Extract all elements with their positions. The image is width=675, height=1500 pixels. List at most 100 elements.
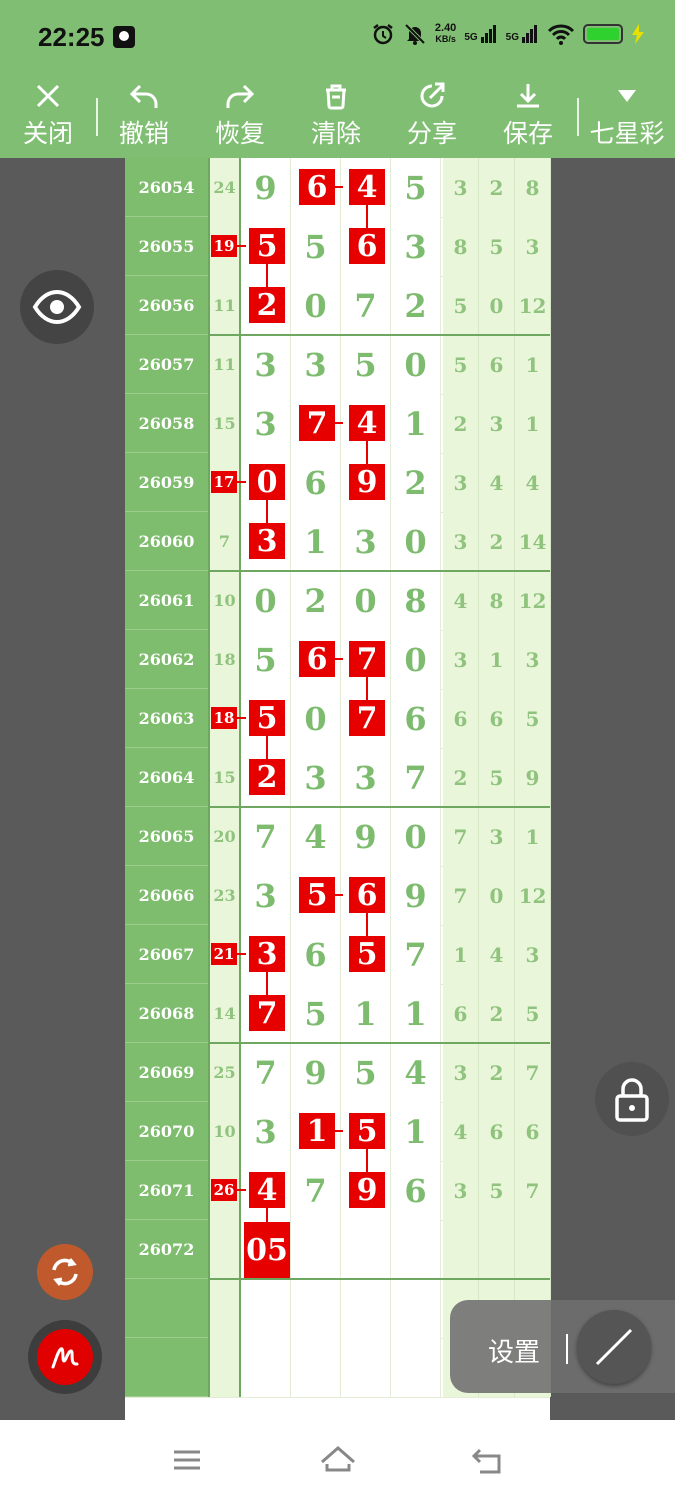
issue-number: 26055 (125, 217, 208, 276)
digit-cell[interactable]: 0 (391, 512, 441, 571)
digit-cell[interactable]: 5 (291, 984, 341, 1043)
digit-cell[interactable] (341, 1338, 391, 1397)
table-row: 26063185076665 (125, 689, 551, 748)
stat-cell: 3 (515, 925, 551, 984)
digit-cell[interactable]: 0 (291, 276, 341, 335)
system-nav-bar (0, 1420, 675, 1500)
digit-cell[interactable]: 8 (391, 571, 441, 630)
digit-cell[interactable]: 7 (241, 1043, 291, 1102)
home-nav-button[interactable] (318, 1440, 358, 1480)
digit-cell[interactable]: 3 (341, 748, 391, 807)
digit-cell[interactable] (291, 1338, 341, 1397)
digit-cell[interactable]: 0 (391, 335, 441, 394)
pen-tool-button[interactable] (577, 1310, 651, 1384)
settings-button[interactable]: 设置 (488, 1332, 540, 1369)
share-button[interactable]: 分享 (392, 76, 472, 158)
digit-cell[interactable]: 7 (391, 748, 441, 807)
digit-cell[interactable]: 6 (291, 925, 341, 984)
digit-cell[interactable]: 9 (341, 807, 391, 866)
digit-cell[interactable]: 9 (391, 866, 441, 925)
digit-cell[interactable] (291, 1220, 341, 1279)
digit-cell[interactable]: 0 (391, 807, 441, 866)
digit-cell[interactable]: 1 (391, 1102, 441, 1161)
digit-cell[interactable]: 3 (241, 335, 291, 394)
toggle-visibility-button[interactable] (20, 270, 94, 344)
trend-chart[interactable]: 2605424964532826055195563853260561120725… (125, 158, 551, 1420)
connector-line (366, 1149, 368, 1172)
digit-cell[interactable]: 0 (241, 571, 291, 630)
digit-cell[interactable] (341, 1279, 391, 1338)
connector-line (237, 953, 246, 955)
digit-cell[interactable]: 0 (391, 630, 441, 689)
highlight-number: 21 (211, 943, 237, 965)
digit-cell[interactable] (391, 1338, 441, 1397)
connector-line (366, 441, 368, 464)
digit-cell[interactable]: 5 (341, 1043, 391, 1102)
stat-cell: 3 (443, 453, 479, 512)
stat-cell: 14 (515, 512, 551, 571)
digit-cell[interactable] (391, 1220, 441, 1279)
digit-cell[interactable]: 1 (391, 984, 441, 1043)
digit-cell[interactable]: 1 (341, 984, 391, 1043)
digit-cell[interactable] (291, 1279, 341, 1338)
digit-cell[interactable]: 5 (291, 217, 341, 276)
digit-cell[interactable]: 5 (341, 335, 391, 394)
digit-cell[interactable] (241, 1338, 291, 1397)
digit-cell[interactable]: 4 (391, 1043, 441, 1102)
digit-cell[interactable]: 3 (241, 1102, 291, 1161)
digit-cell[interactable]: 7 (241, 807, 291, 866)
connector-line (237, 481, 246, 483)
redo-button[interactable]: 恢复 (200, 76, 280, 158)
digit-cell[interactable] (341, 1220, 391, 1279)
group-divider (208, 1278, 550, 1280)
issue-number: 26065 (125, 807, 208, 866)
digit-cell[interactable]: 9 (291, 1043, 341, 1102)
refresh-button[interactable] (37, 1244, 93, 1300)
digit-cell[interactable]: 9 (241, 158, 291, 217)
undo-button[interactable]: 撤销 (104, 76, 184, 158)
digit-cell[interactable]: 7 (341, 276, 391, 335)
issue-number: 26064 (125, 748, 208, 807)
digit-cell[interactable]: 0 (341, 571, 391, 630)
digit-cell[interactable]: 3 (291, 335, 341, 394)
save-button[interactable]: 保存 (488, 76, 568, 158)
digit-cell[interactable]: 3 (291, 748, 341, 807)
highlight-number: 2 (249, 759, 285, 795)
digit-cell[interactable]: 3 (241, 394, 291, 453)
digit-cell[interactable]: 6 (291, 453, 341, 512)
signature-button[interactable] (37, 1329, 93, 1385)
digit-cell[interactable]: 2 (391, 453, 441, 512)
digit-cell[interactable]: 3 (391, 217, 441, 276)
issue-number: 26058 (125, 394, 208, 453)
triangle-down-icon (618, 90, 636, 102)
digit-cell[interactable]: 3 (341, 512, 391, 571)
back-nav-button[interactable] (468, 1440, 508, 1480)
highlight-number: 7 (349, 700, 385, 736)
lock-button[interactable] (595, 1062, 669, 1136)
clear-button[interactable]: 清除 (296, 76, 376, 158)
digit-cell[interactable]: 0 (291, 689, 341, 748)
digit-cell[interactable]: 2 (391, 276, 441, 335)
digit-cell[interactable]: 4 (291, 807, 341, 866)
stat-cell: 3 (479, 394, 515, 453)
highlight-number: 6 (349, 877, 385, 913)
digit-cell[interactable]: 6 (391, 1161, 441, 1220)
digit-cell[interactable]: 5 (241, 630, 291, 689)
table-row: 26067213657143 (125, 925, 551, 984)
lottery-select[interactable]: 七星彩 (586, 76, 668, 158)
settings-panel: 设置 (450, 1300, 675, 1393)
menu-nav-button[interactable] (167, 1440, 207, 1480)
digit-cell[interactable]: 3 (241, 866, 291, 925)
stat-cell: 4 (515, 453, 551, 512)
digit-cell[interactable] (241, 1279, 291, 1338)
digit-cell[interactable]: 1 (391, 394, 441, 453)
lock-icon (615, 1078, 649, 1122)
digit-cell[interactable] (391, 1279, 441, 1338)
digit-cell[interactable]: 2 (291, 571, 341, 630)
close-button[interactable]: 关闭 (8, 76, 88, 158)
digit-cell[interactable]: 5 (391, 158, 441, 217)
digit-cell[interactable]: 7 (391, 925, 441, 984)
digit-cell[interactable]: 7 (291, 1161, 341, 1220)
digit-cell[interactable]: 1 (291, 512, 341, 571)
digit-cell[interactable]: 6 (391, 689, 441, 748)
